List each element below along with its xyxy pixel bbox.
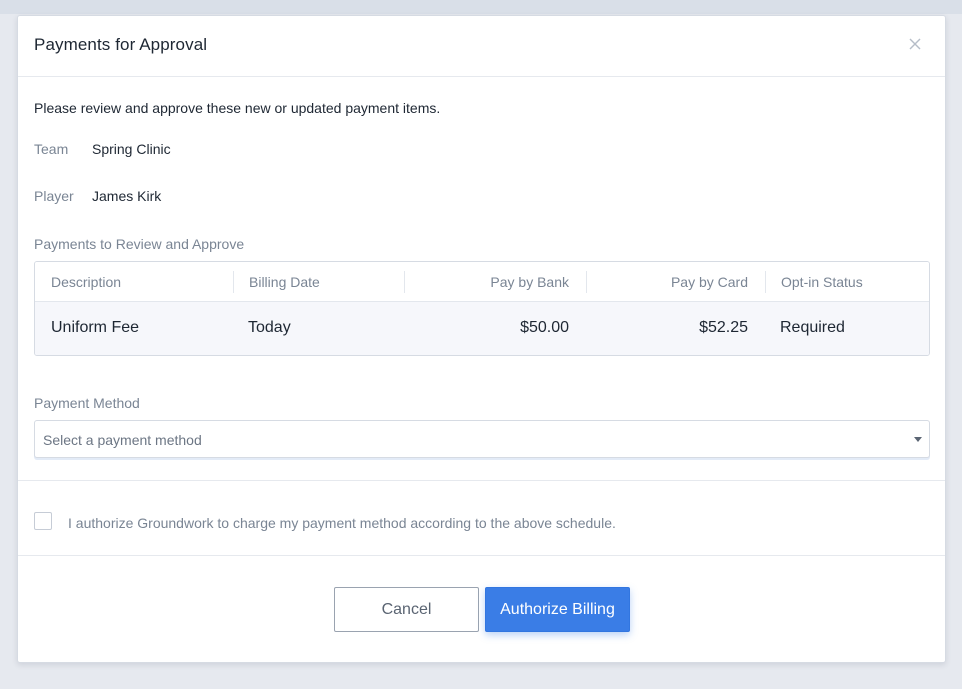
authorize-checkbox-label: I authorize Groundwork to charge my paym… (68, 515, 616, 531)
cell-pay-by-bank: $50.00 (520, 319, 569, 336)
cell-description: Uniform Fee (51, 319, 140, 336)
modal-title: Payments for Approval (34, 35, 208, 54)
caret-down-icon (914, 437, 922, 442)
column-separator (586, 271, 587, 293)
payment-method-select[interactable]: Select a payment method (34, 420, 930, 458)
payment-method-placeholder: Select a payment method (43, 432, 202, 448)
table-row: Uniform Fee Today $50.00 $52.25 Required (35, 302, 929, 355)
close-icon[interactable] (907, 36, 923, 52)
modal-header: Payments for Approval (18, 16, 945, 77)
team-value: Spring Clinic (92, 141, 171, 157)
column-separator (233, 271, 234, 293)
intro-text: Please review and approve these new or u… (34, 100, 441, 116)
authorize-checkbox[interactable] (34, 512, 52, 530)
column-header-pay-by-bank: Pay by Bank (490, 274, 569, 290)
column-separator (404, 271, 405, 293)
cell-billing-date: Today (248, 319, 291, 336)
payments-approval-modal: Payments for Approval Please review and … (17, 15, 946, 663)
footer-divider (18, 555, 945, 556)
cancel-button[interactable]: Cancel (334, 587, 479, 632)
section-divider (18, 480, 945, 481)
column-header-opt-in-status: Opt-in Status (781, 274, 863, 290)
player-label: Player (34, 188, 74, 204)
team-label: Team (34, 141, 69, 157)
authorize-billing-button[interactable]: Authorize Billing (485, 587, 630, 632)
player-value: James Kirk (92, 188, 162, 204)
column-header-billing-date: Billing Date (249, 274, 320, 290)
column-header-pay-by-card: Pay by Card (670, 274, 748, 290)
table-header: Description Billing Date Pay by Bank Pay… (35, 262, 929, 302)
column-header-description: Description (51, 274, 122, 290)
payment-method-label: Payment Method (34, 395, 140, 411)
cell-pay-by-card: $52.25 (699, 319, 748, 336)
column-separator (765, 271, 766, 293)
background-header-band (0, 0, 962, 14)
payments-section-label: Payments to Review and Approve (34, 236, 245, 252)
payments-table: Description Billing Date Pay by Bank Pay… (34, 261, 930, 356)
cell-opt-in-status: Required (780, 319, 845, 336)
